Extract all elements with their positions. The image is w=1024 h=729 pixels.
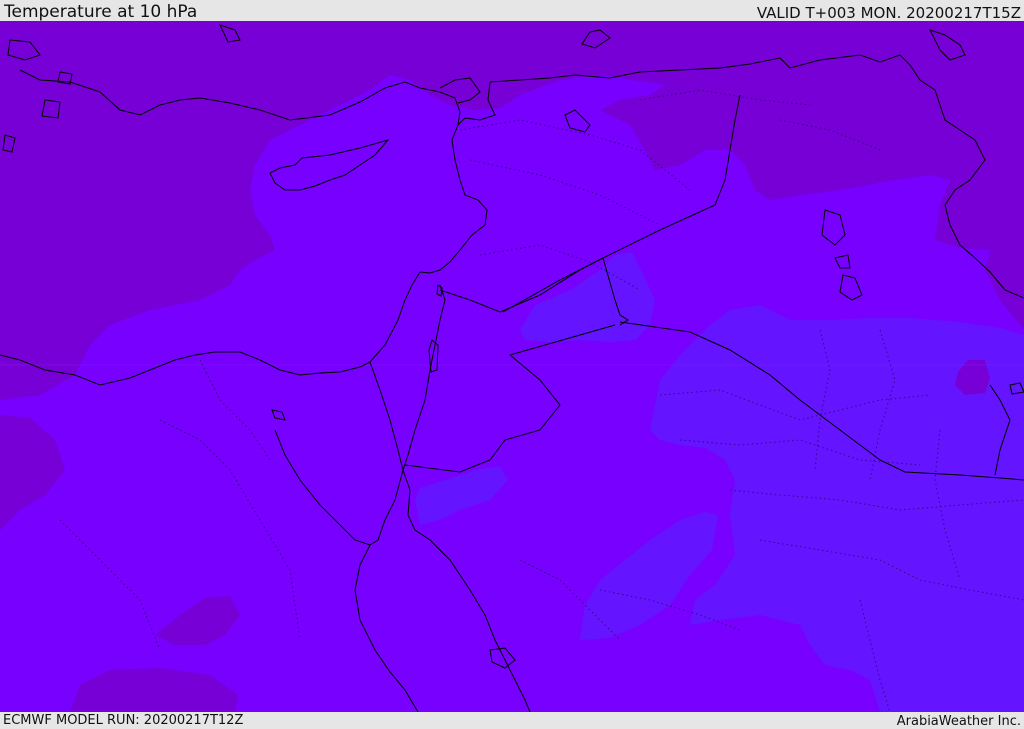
credit-label: ArabiaWeather Inc. [896, 714, 1021, 729]
model-run-label: ECMWF MODEL RUN: 20200217T12Z [3, 713, 244, 728]
footer-bar: ECMWF MODEL RUN: 20200217T12Z ArabiaWeat… [0, 712, 1024, 729]
temperature-map[interactable] [0, 21, 1024, 712]
valid-time-label: VALID T+003 MON. 20200217T15Z [756, 4, 1021, 22]
title-bar: Temperature at 10 hPa VALID T+003 MON. 2… [0, 0, 1024, 21]
map-title: Temperature at 10 hPa [4, 2, 198, 22]
map-canvas [0, 21, 1024, 712]
